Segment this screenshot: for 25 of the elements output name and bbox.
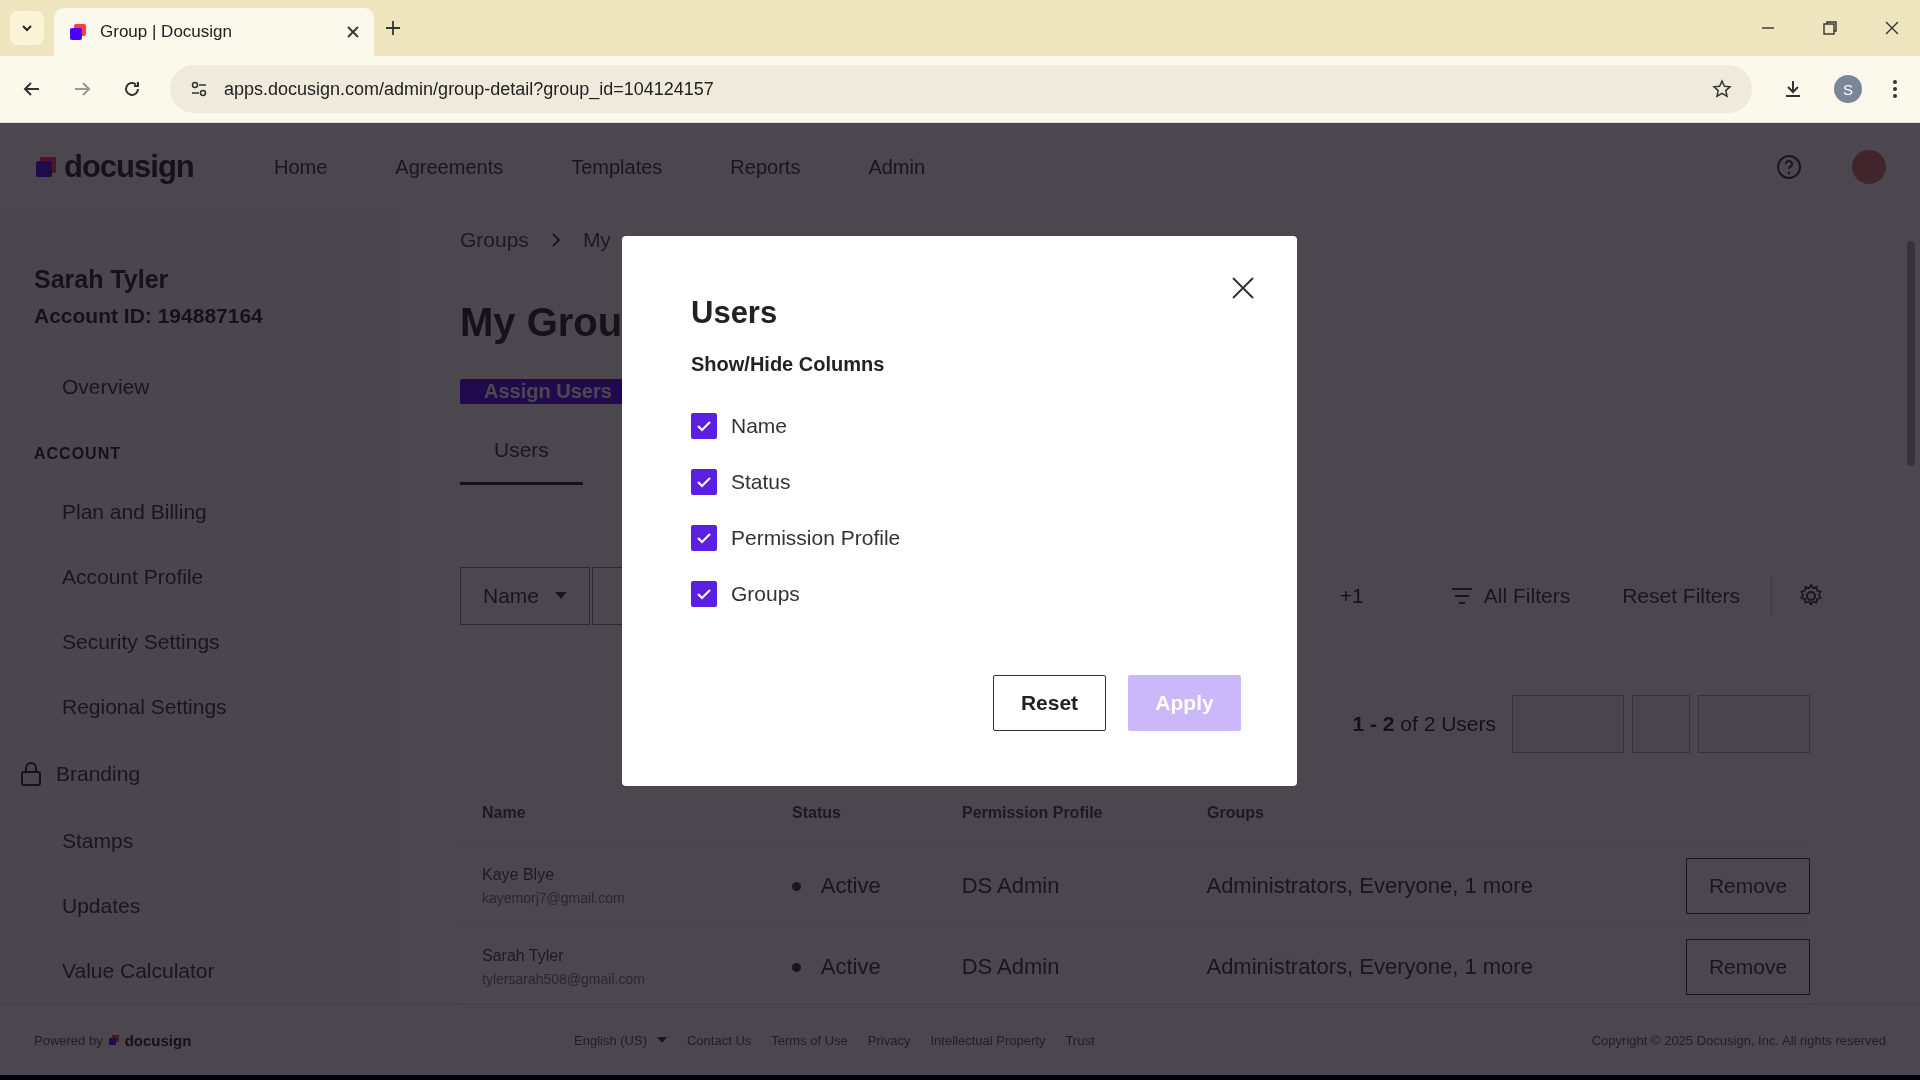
dialog-subtitle: Show/Hide Columns: [691, 353, 886, 376]
close-icon[interactable]: [1231, 276, 1255, 300]
close-icon[interactable]: [346, 25, 360, 39]
tab-list-icon[interactable]: [10, 11, 44, 45]
more-menu-icon[interactable]: [1892, 79, 1898, 99]
checkbox-label[interactable]: Name: [731, 414, 788, 438]
checkbox-label[interactable]: Groups: [731, 582, 800, 606]
checkbox-label[interactable]: Permission Profile: [731, 526, 901, 550]
reload-icon[interactable]: [122, 79, 142, 99]
checkbox[interactable]: [691, 413, 717, 439]
reset-button[interactable]: Reset: [993, 675, 1106, 731]
browser-tab[interactable]: Group | Docusign: [54, 8, 374, 56]
profile-avatar[interactable]: S: [1834, 75, 1862, 103]
address-field[interactable]: apps.docusign.com/admin/group-detail?group_id=104124157: [170, 65, 1752, 113]
checkbox[interactable]: [691, 581, 717, 607]
close-icon[interactable]: [1884, 20, 1900, 36]
checkbox-label[interactable]: Status: [731, 470, 791, 494]
checkbox[interactable]: [691, 469, 717, 495]
checkbox[interactable]: [691, 525, 717, 551]
bookmark-star-icon[interactable]: [1712, 79, 1732, 99]
new-tab-icon[interactable]: [384, 19, 402, 37]
restore-icon[interactable]: [1822, 20, 1838, 36]
docusign-favicon-icon: [68, 22, 88, 42]
site-settings-icon[interactable]: [190, 80, 208, 98]
dialog-title: Users: [691, 295, 779, 331]
